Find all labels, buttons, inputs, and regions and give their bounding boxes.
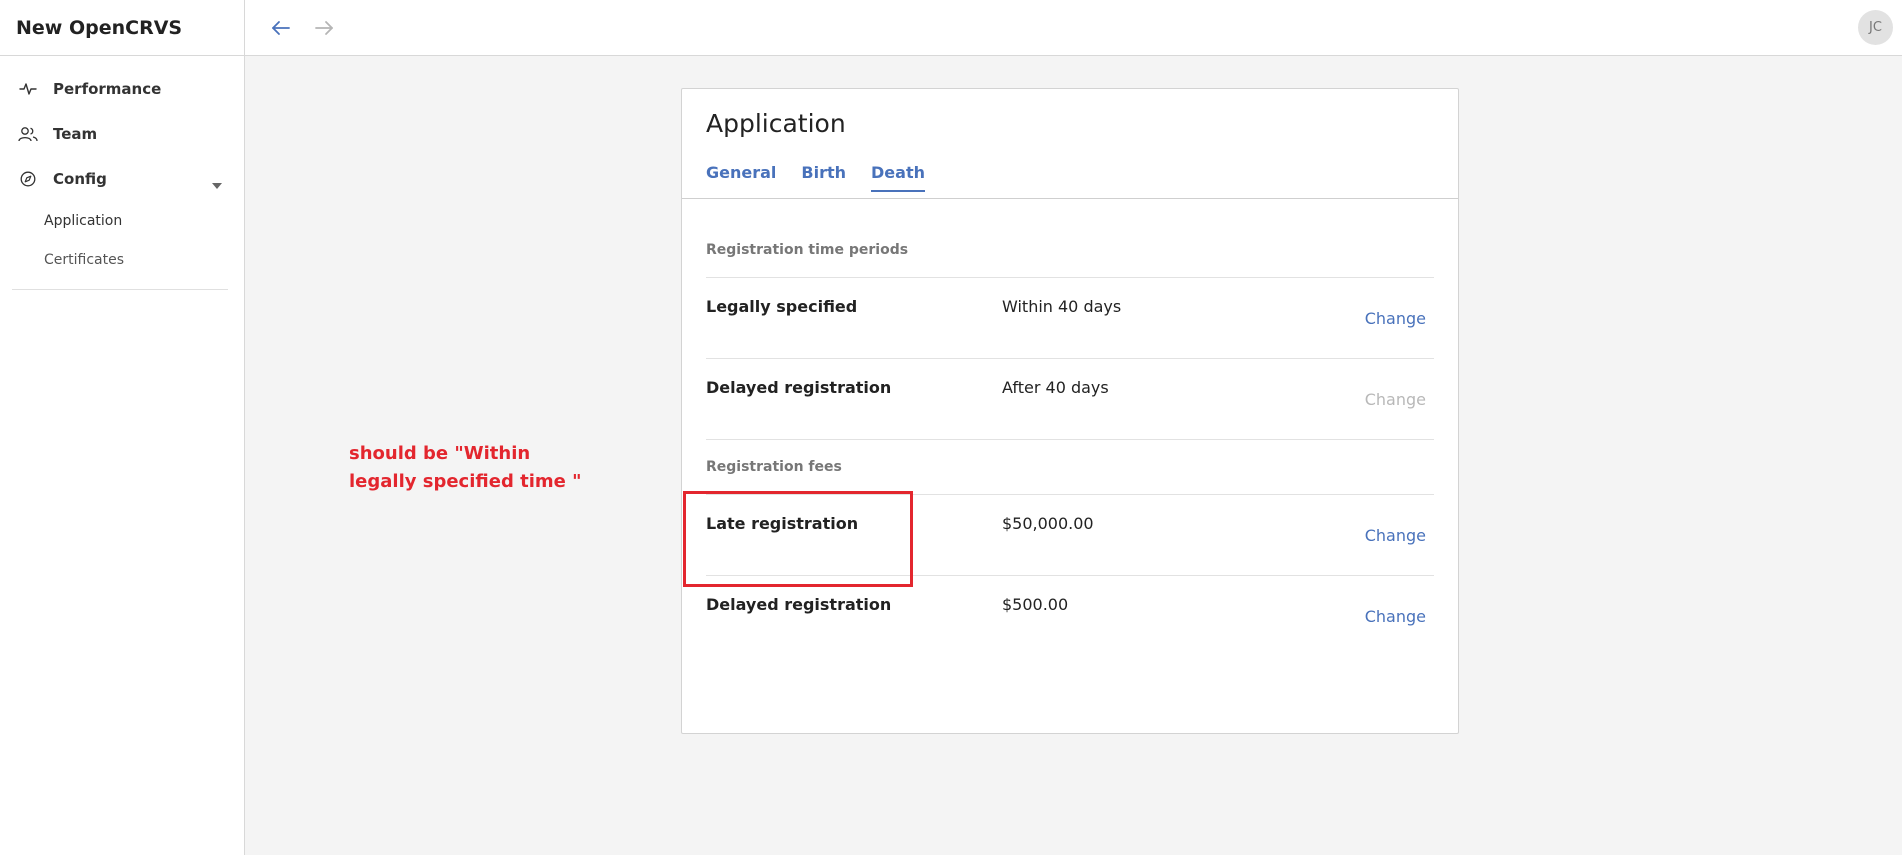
sidebar-item-label: Team	[53, 124, 98, 143]
row-value-delayed-registration-period: After 40 days	[1002, 378, 1109, 397]
annotation-line: legally specified time "	[349, 471, 582, 492]
change-delayed-registration-fee-button[interactable]: Change	[1365, 607, 1426, 626]
row-label-legally-specified: Legally specified	[706, 297, 858, 316]
app-title: New OpenCRVS	[0, 0, 244, 56]
page-title: Application	[706, 109, 846, 138]
top-bar: JC	[245, 0, 1902, 56]
sidebar-subitem-application[interactable]: Application	[0, 201, 244, 240]
sidebar-item-team[interactable]: Team	[0, 111, 244, 156]
row-divider	[706, 358, 1434, 359]
section-heading-fees: Registration fees	[706, 459, 842, 475]
sidebar-subitem-certificates[interactable]: Certificates	[0, 240, 244, 279]
activity-icon	[18, 79, 38, 99]
sidebar: New OpenCRVS Performance Team Config App…	[0, 0, 245, 855]
change-legally-specified-button[interactable]: Change	[1365, 309, 1426, 328]
tab-death[interactable]: Death	[871, 163, 925, 192]
row-divider	[706, 277, 1434, 278]
users-icon	[18, 124, 38, 144]
sidebar-item-config[interactable]: Config	[0, 156, 244, 201]
change-delayed-registration-period-button: Change	[1364, 390, 1426, 409]
row-value-delayed-registration-fee: $500.00	[1002, 595, 1069, 614]
row-value-late-registration-fee: $50,000.00	[1002, 514, 1094, 533]
row-label-delayed-registration-fee: Delayed registration	[706, 595, 892, 614]
sidebar-divider	[12, 289, 228, 290]
sidebar-nav: Performance Team Config Application Cert…	[0, 56, 244, 290]
section-heading-time-periods: Registration time periods	[706, 242, 909, 258]
annotation-highlight-box	[683, 491, 913, 587]
change-late-registration-fee-button[interactable]: Change	[1365, 526, 1426, 545]
compass-icon	[18, 169, 38, 189]
back-arrow-icon[interactable]	[269, 16, 293, 40]
tab-bar: General Birth Death	[706, 163, 925, 192]
row-label-delayed-registration-period: Delayed registration	[706, 378, 892, 397]
annotation-line: should be "Within	[349, 443, 531, 464]
application-config-card: Application General Birth Death Registra…	[681, 88, 1459, 734]
tab-birth[interactable]: Birth	[801, 163, 846, 192]
sidebar-item-label: Performance	[53, 79, 162, 98]
sidebar-item-label: Config	[53, 169, 107, 188]
tab-divider	[682, 198, 1458, 199]
avatar[interactable]: JC	[1858, 10, 1893, 45]
annotation-note: should be "Within legally specified time…	[349, 440, 649, 496]
sidebar-item-performance[interactable]: Performance	[0, 66, 244, 111]
row-divider	[706, 439, 1434, 440]
forward-arrow-icon[interactable]	[312, 16, 336, 40]
chevron-down-icon[interactable]	[212, 175, 222, 193]
row-value-legally-specified: Within 40 days	[1002, 297, 1122, 316]
tab-general[interactable]: General	[706, 163, 776, 192]
